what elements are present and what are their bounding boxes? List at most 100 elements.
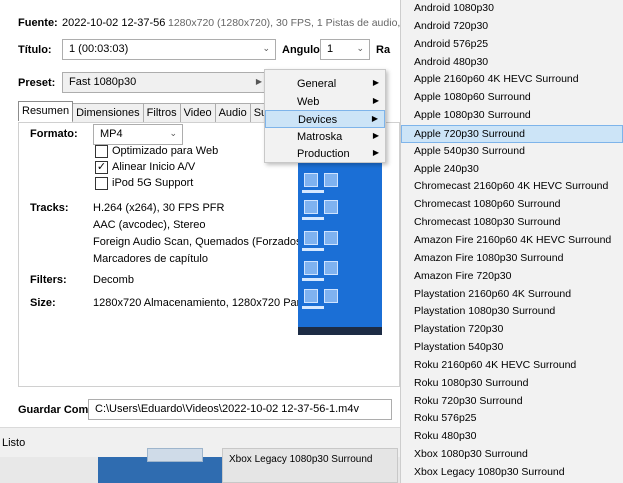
align-av-checkbox[interactable]: ✓ — [95, 161, 108, 174]
device-preset-item[interactable]: Xbox Legacy 1080p30 Surround — [401, 464, 623, 482]
preview-taskbar — [298, 327, 382, 335]
desktop-icon — [304, 231, 318, 245]
menu-item-label: Web — [297, 96, 320, 108]
device-preset-item[interactable]: Android 1080p30 — [401, 0, 623, 18]
device-preset-item[interactable]: Apple 2160p60 4K HEVC Surround — [401, 71, 623, 89]
ipod-checkbox[interactable] — [95, 177, 108, 190]
triangle-right-icon: ▶ — [372, 131, 379, 140]
device-preset-item[interactable]: Playstation 540p30 — [401, 339, 623, 357]
title-label: Título: — [18, 44, 52, 56]
filters-value: Decomb — [93, 274, 134, 286]
device-preset-item[interactable]: Android 576p25 — [401, 36, 623, 54]
tab-resumen[interactable]: Resumen — [18, 101, 74, 121]
status-text: Listo — [2, 437, 26, 449]
angle-label: Angulo: — [282, 44, 324, 56]
device-preset-item[interactable]: Android 480p30 — [401, 54, 623, 72]
device-preset-item[interactable]: Amazon Fire 2160p60 4K HEVC Surround — [401, 232, 623, 250]
icon-caption — [302, 278, 324, 281]
triangle-right-icon: ▶ — [372, 78, 379, 87]
settings-tabs: Resumen Dimensiones Filtros Video Audio … — [18, 101, 286, 123]
device-preset-item[interactable]: Xbox 1080p30 Surround — [401, 446, 623, 464]
source-value: 2022-10-02 12-37-56 — [62, 17, 166, 29]
size-value: 1280x720 Almacenamiento, 1280x720 Pantal… — [93, 297, 323, 309]
background-list-item: Xbox Legacy 1080p30 Surround — [222, 448, 398, 483]
preset-dropdown[interactable]: Fast 1080p30 ▶ — [62, 72, 268, 93]
tab-video[interactable]: Video — [179, 103, 216, 123]
tab-filtros[interactable]: Filtros — [142, 103, 181, 123]
menu-item-label: General — [297, 78, 337, 90]
format-select[interactable]: MP4 ⌄ — [93, 124, 183, 145]
track-item: Foreign Audio Scan, Quemados (Forzados) — [93, 236, 306, 248]
handbrake-main-window: Fuente: 2022-10-02 12-37-56 1280x720 (12… — [0, 0, 449, 483]
track-item: H.264 (x264), 30 FPS PFR — [93, 202, 225, 214]
triangle-right-icon: ▶ — [372, 148, 379, 157]
preset-value: Fast 1080p30 — [69, 76, 137, 88]
icon-caption — [302, 248, 324, 251]
menu-item-label: Production — [297, 148, 350, 160]
save-as-label: Guardar Como: — [18, 404, 99, 416]
device-preset-item[interactable]: Apple 1080p60 Surround — [401, 89, 623, 107]
device-preset-item[interactable]: Roku 1080p30 Surround — [401, 375, 623, 393]
ipod-label: iPod 5G Support — [112, 177, 194, 189]
web-optimized-label: Optimizado para Web — [112, 145, 219, 157]
device-preset-item[interactable]: Amazon Fire 1080p30 Surround — [401, 250, 623, 268]
desktop-icon — [304, 173, 318, 187]
title-select[interactable]: 1 (00:03:03) ⌄ — [62, 39, 276, 60]
chevron-down-icon: ⌄ — [169, 128, 177, 138]
desktop-icon — [324, 261, 338, 275]
device-preset-item[interactable]: Roku 2160p60 4K HEVC Surround — [401, 357, 623, 375]
device-preset-item[interactable]: Playstation 1080p30 Surround — [401, 303, 623, 321]
device-preset-item[interactable]: Apple 1080p30 Surround — [401, 107, 623, 125]
menu-item-matroska[interactable]: Matroska ▶ — [265, 128, 385, 146]
tab-audio[interactable]: Audio — [214, 103, 251, 123]
menu-item-web[interactable]: Web ▶ — [265, 93, 385, 111]
track-item: Marcadores de capítulo — [93, 253, 208, 265]
preview-thumbnail — [298, 163, 382, 335]
device-preset-item[interactable]: Apple 540p30 Surround — [401, 143, 623, 161]
save-path-value: C:\Users\Eduardo\Videos\2022-10-02 12-37… — [95, 403, 359, 415]
desktop-icon — [304, 261, 318, 275]
desktop-icon — [324, 289, 338, 303]
save-path-input[interactable]: C:\Users\Eduardo\Videos\2022-10-02 12-37… — [88, 399, 392, 420]
icon-caption — [302, 190, 324, 193]
device-preset-item[interactable]: Chromecast 2160p60 4K HEVC Surround — [401, 178, 623, 196]
chevron-down-icon: ⌄ — [262, 43, 270, 53]
device-preset-item[interactable]: Roku 720p30 Surround — [401, 393, 623, 411]
tracks-label: Tracks: — [30, 202, 69, 214]
track-item: AAC (avcodec), Stereo — [93, 219, 206, 231]
angle-select[interactable]: 1 ⌄ — [320, 39, 370, 60]
desktop-icon — [304, 289, 318, 303]
device-preset-item[interactable]: Amazon Fire 720p30 — [401, 268, 623, 286]
device-preset-item[interactable]: Playstation 2160p60 4K Surround — [401, 286, 623, 304]
triangle-right-icon: ▶ — [371, 114, 378, 123]
tab-dimensiones[interactable]: Dimensiones — [72, 103, 144, 123]
icon-caption — [302, 217, 324, 220]
menu-item-production[interactable]: Production ▶ — [265, 145, 385, 163]
device-preset-item[interactable]: Roku 576p25 — [401, 410, 623, 428]
menu-item-general[interactable]: General ▶ — [265, 75, 385, 93]
align-av-label: Alinear Inicio A/V — [112, 161, 196, 173]
device-preset-item[interactable]: Roku 480p30 — [401, 428, 623, 446]
source-label: Fuente: — [18, 17, 58, 29]
angle-select-value: 1 — [327, 43, 334, 55]
device-preset-item[interactable]: Chromecast 1080p30 Surround — [401, 214, 623, 232]
background-list-item-text: Xbox Legacy 1080p30 Surround — [229, 454, 373, 465]
menu-item-label: Matroska — [297, 131, 343, 143]
device-preset-item[interactable]: Apple 720p30 Surround — [401, 124, 623, 143]
background-button[interactable] — [147, 448, 203, 462]
devices-preset-menu: Android 1080p30 Android 720p30 Android 576… — [400, 0, 623, 483]
icon-caption — [302, 306, 324, 309]
device-preset-item[interactable]: Android 720p30 — [401, 18, 623, 36]
menu-item-label: Devices — [298, 114, 338, 126]
device-preset-item[interactable]: Playstation 720p30 — [401, 321, 623, 339]
web-optimized-checkbox[interactable] — [95, 145, 108, 158]
chevron-down-icon: ⌄ — [356, 43, 364, 53]
device-preset-item[interactable]: Apple 240p30 — [401, 161, 623, 179]
preset-label: Preset: — [18, 77, 56, 89]
desktop-icon — [324, 200, 338, 214]
menu-item-devices[interactable]: Devices ▶ — [265, 110, 385, 128]
preset-category-menu: General ▶ Web ▶ Devices ▶ Matroska ▶ Pro… — [264, 69, 386, 163]
device-preset-item[interactable]: Chromecast 1080p60 Surround — [401, 196, 623, 214]
desktop-icon — [324, 173, 338, 187]
desktop-icon — [324, 231, 338, 245]
